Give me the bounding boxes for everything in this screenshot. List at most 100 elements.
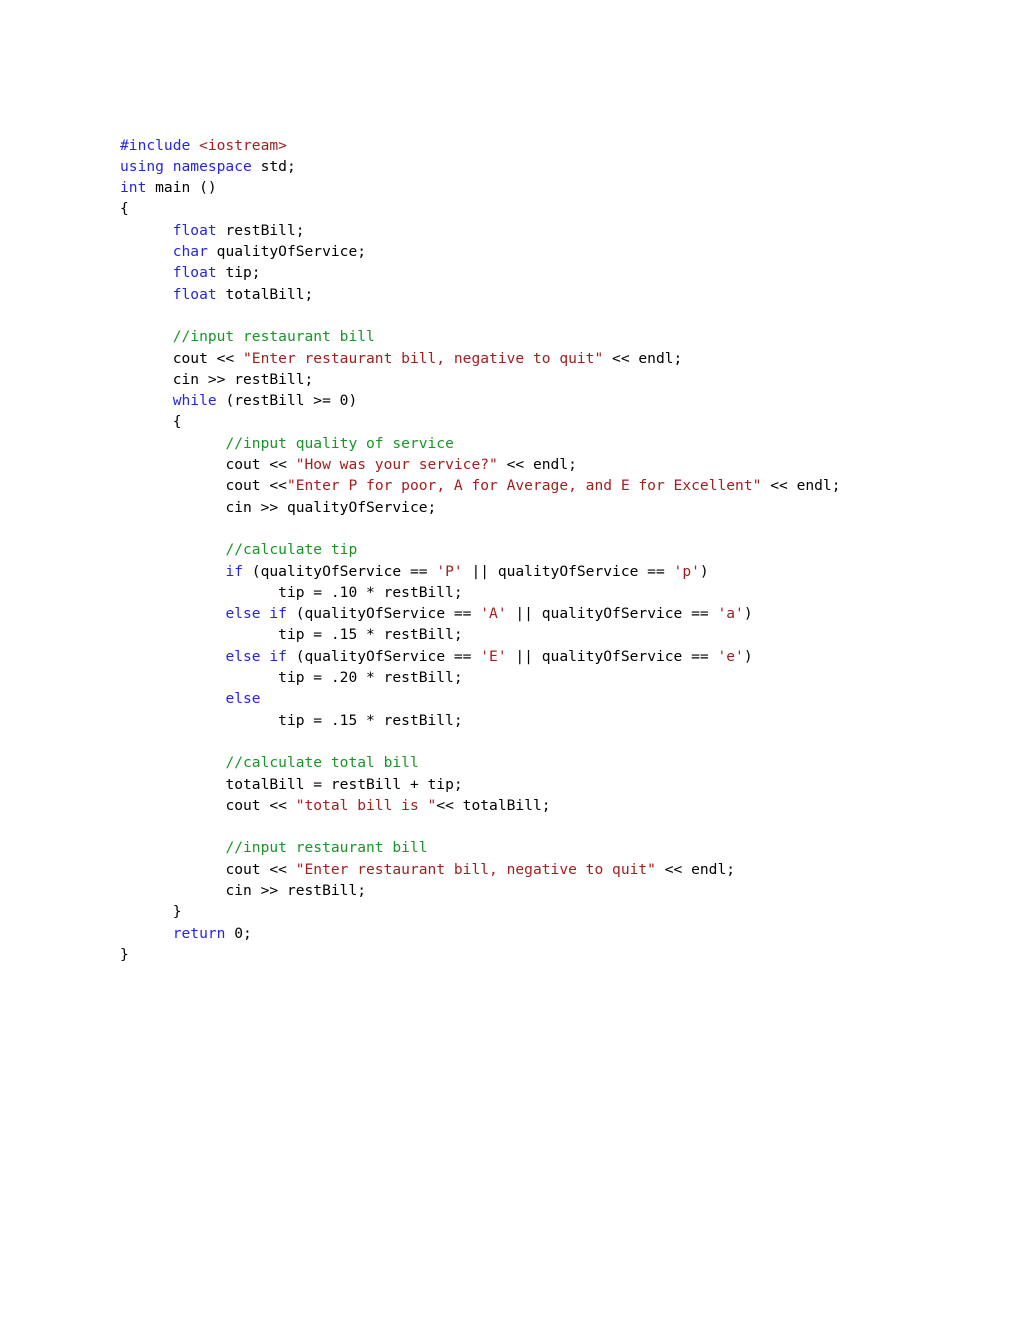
code-token-kw: #include [120,136,200,154]
code-token-plain: || qualityOfService == [462,562,674,580]
code-token-plain: cin >> restBill; [172,370,314,388]
code-token-plain: << endl; [603,349,683,367]
code-token-cmt: //input restaurant bill [225,839,428,857]
code-token-kw: char [172,243,208,261]
code-line: if (qualityOfService == 'P' || qualityOf… [120,561,841,582]
code-token-kw: int [120,179,147,197]
code-token-cmt: //input restaurant bill [172,328,375,346]
code-token-plain: << endl; [761,477,841,495]
code-line: tip = .15 * restBill; [120,624,841,645]
code-line: using namespace std; [120,156,841,177]
code-token-kw: using namespace [120,157,261,175]
code-token-plain: << endl; [655,860,736,878]
code-token-plain: cout << [225,477,287,495]
code-line: int main () [120,177,841,198]
code-line: else if (qualityOfService == 'E' || qual… [120,646,841,667]
code-token-plain: cin >> qualityOfService; [225,498,437,516]
code-token-str: <iostream> [199,136,287,154]
code-line: cout << "total bill is "<< totalBill; [120,795,841,816]
code-token-plain: || qualityOfService == [506,647,718,665]
code-token-str: "Enter restaurant bill, negative to quit… [295,860,656,878]
code-token-plain: cout << [225,796,296,814]
code-line: //input restaurant bill [120,326,841,347]
code-token-plain: { [172,413,182,431]
code-line: return 0; [120,923,841,944]
document-page: #include <iostream> using namespace std; i… [0,0,1020,1320]
code-token-plain: ) [699,562,709,580]
code-token-plain: restBill; [216,221,305,239]
code-token-str: 'E' [480,647,507,665]
code-token-kw: if [225,562,244,580]
code-line: //input quality of service [120,433,841,454]
code-token-str: "Enter P for poor, A for Average, and E … [286,477,762,495]
code-line: else [120,688,841,709]
code-token-str: "total bill is " [295,796,437,814]
code-line: cin >> restBill; [120,369,841,390]
code-line: //calculate tip [120,539,841,560]
code-line: tip = .15 * restBill; [120,710,841,731]
code-line: else if (qualityOfService == 'A' || qual… [120,603,841,624]
code-token-plain: totalBill = restBill + tip; [225,775,463,793]
code-token-plain: main () [146,179,217,197]
code-token-plain: (restBill >= 0) [216,392,358,410]
code-token-plain: cout << [225,456,296,474]
code-token-plain: << totalBill; [436,796,551,814]
code-token-plain: { [120,200,129,218]
code-line: tip = .20 * restBill; [120,667,841,688]
code-line: { [120,198,841,219]
code-token-plain: tip = .15 * restBill; [278,626,463,644]
code-line: cout << "Enter restaurant bill, negative… [120,348,841,369]
code-token-str: 'e' [717,647,744,665]
code-token-cmt: //calculate tip [225,541,358,559]
code-line: cin >> qualityOfService; [120,497,841,518]
code-token-kw: else [225,690,261,708]
code-token-kw: float [172,285,217,303]
code-line: cin >> restBill; [120,880,841,901]
code-listing: #include <iostream> using namespace std; i… [120,135,841,966]
code-line: { [120,411,841,432]
code-token-cmt: //input quality of service [225,434,454,452]
code-line: float totalBill; [120,284,841,305]
code-token-plain: } [120,945,129,963]
code-line: tip = .10 * restBill; [120,582,841,603]
code-line: while (restBill >= 0) [120,390,841,411]
code-token-plain: cin >> restBill; [225,881,367,899]
code-token-kw: return [172,924,226,942]
code-token-plain: totalBill; [216,285,314,303]
code-token-plain: (qualityOfService == [243,562,437,580]
code-token-str: 'P' [436,562,463,580]
code-token-plain: ) [743,605,753,623]
code-line: float tip; [120,262,841,283]
code-token-plain: std; [260,157,296,175]
code-token-plain: } [172,903,182,921]
code-line: cout << "How was your service?" << endl; [120,454,841,475]
code-token-kw: float [172,221,217,239]
code-token-str: 'A' [480,605,507,623]
